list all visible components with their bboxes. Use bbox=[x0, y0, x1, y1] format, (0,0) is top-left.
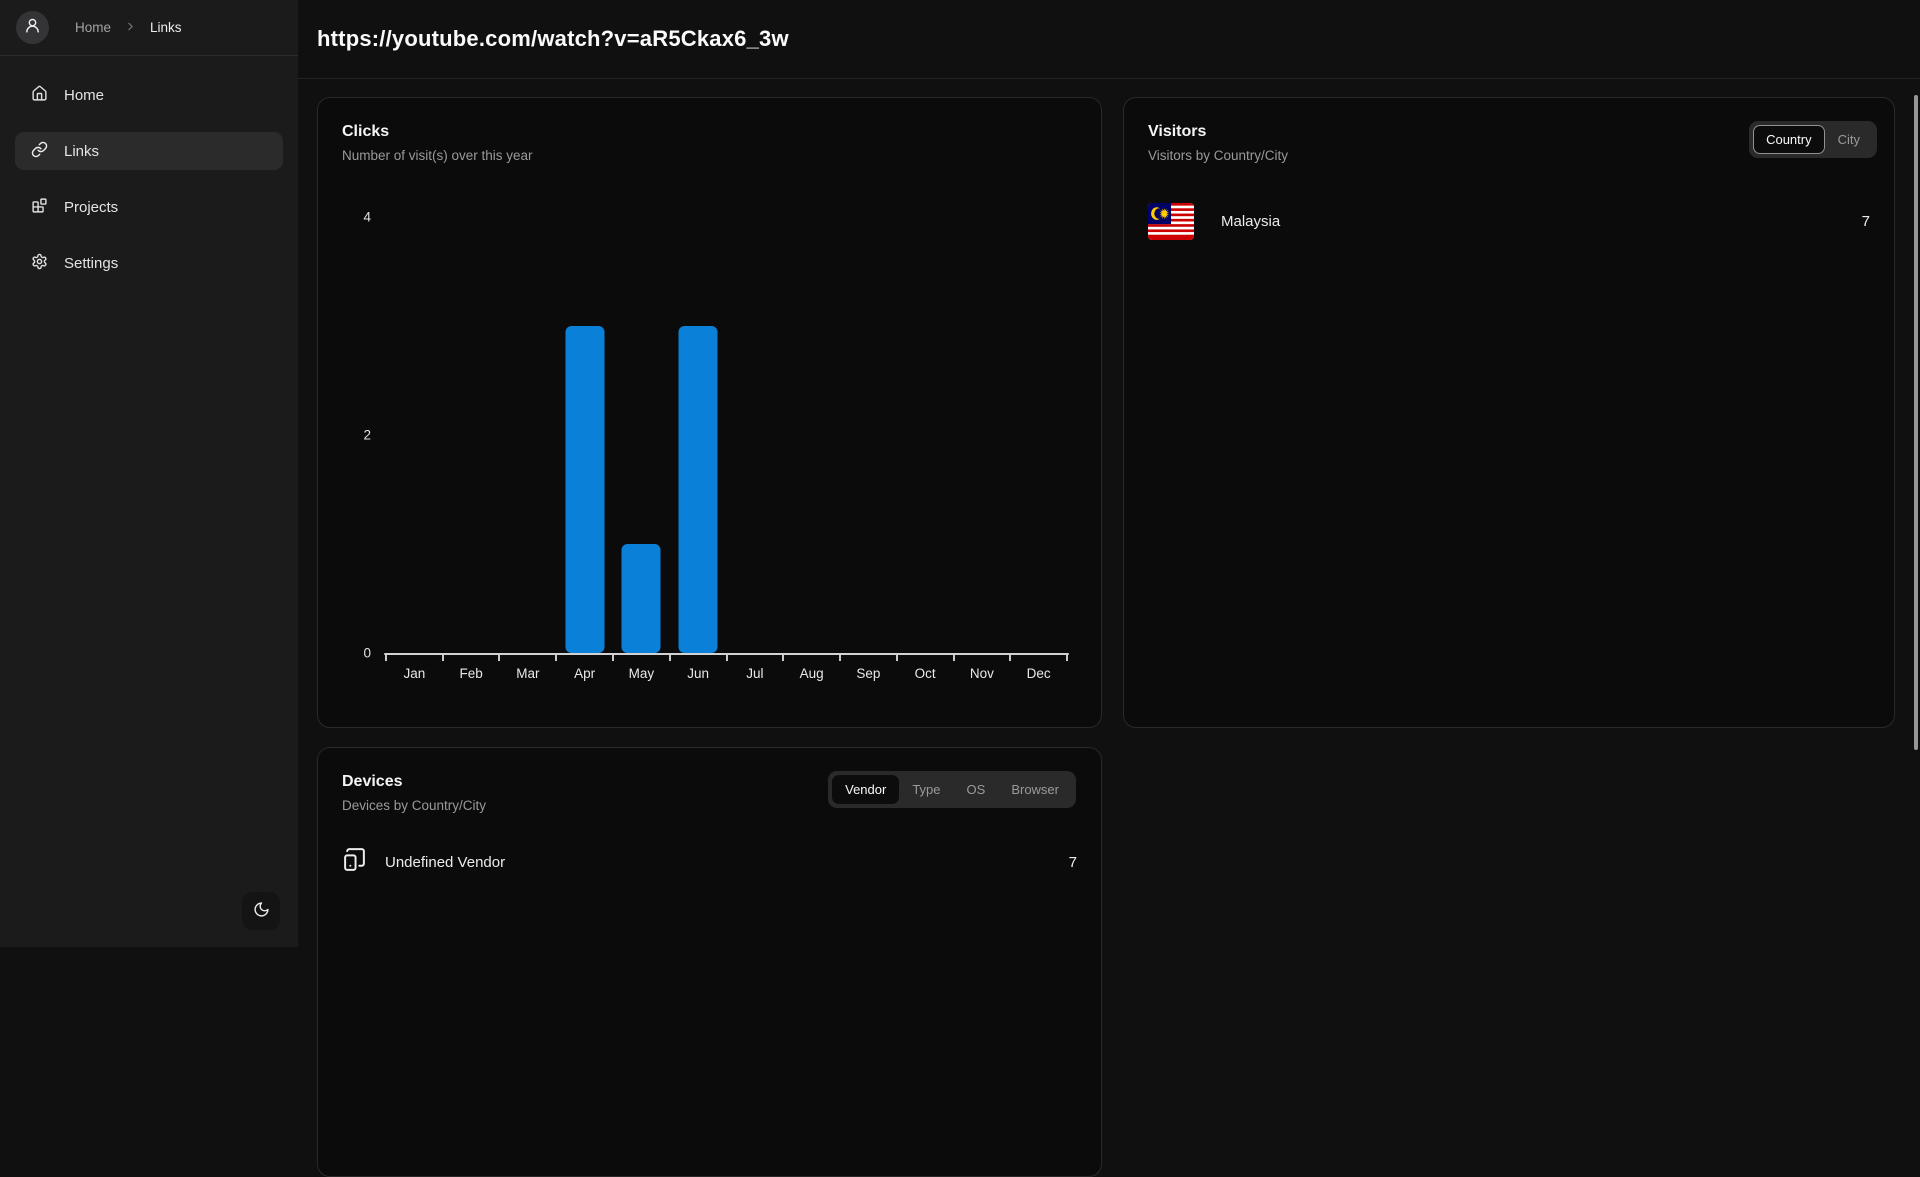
chart-slot-mar: Mar bbox=[500, 217, 557, 653]
projects-icon bbox=[31, 197, 48, 218]
x-axis-tick-label: May bbox=[613, 666, 670, 681]
x-axis-tick-mark bbox=[726, 655, 728, 661]
clicks-card-title: Clicks bbox=[342, 123, 1077, 141]
x-axis-tick-label: Sep bbox=[840, 666, 897, 681]
x-axis-tick-mark bbox=[896, 655, 898, 661]
y-axis-tick-label: 4 bbox=[363, 210, 371, 225]
x-axis-tick-mark bbox=[1066, 655, 1068, 661]
x-axis-tick-mark bbox=[385, 655, 387, 661]
clicks-card-header: Clicks Number of visit(s) over this year bbox=[318, 98, 1101, 163]
x-axis-tick-label: Jun bbox=[670, 666, 727, 681]
device-count: 7 bbox=[1069, 854, 1077, 871]
visitors-card: Visitors Visitors by Country/City Countr… bbox=[1123, 97, 1895, 728]
chart-bar-may bbox=[622, 544, 661, 653]
chart-slot-may: May bbox=[613, 217, 670, 653]
chart-bar-apr bbox=[565, 326, 604, 653]
x-axis-tick-mark bbox=[1009, 655, 1011, 661]
home-icon bbox=[31, 85, 48, 106]
chart-slot-jan: Jan bbox=[386, 217, 443, 653]
x-axis-tick-label: Nov bbox=[954, 666, 1011, 681]
x-axis-tick-label: Mar bbox=[500, 666, 557, 681]
moon-icon bbox=[253, 901, 270, 921]
device-vendor-label: Undefined Vendor bbox=[385, 854, 505, 871]
toggle-city-button[interactable]: City bbox=[1825, 125, 1873, 154]
sidebar-header: Home Links bbox=[0, 0, 298, 56]
content-grid: Clicks Number of visit(s) over this year… bbox=[298, 79, 1920, 1177]
sidebar-item-links[interactable]: Links bbox=[15, 132, 283, 170]
chart-slot-nov: Nov bbox=[954, 217, 1011, 653]
y-axis-tick-label: 2 bbox=[363, 428, 371, 443]
tab-browser[interactable]: Browser bbox=[998, 775, 1072, 804]
link-icon bbox=[31, 141, 48, 162]
visitor-count: 7 bbox=[1862, 213, 1870, 230]
page-title: https://youtube.com/watch?v=aR5Ckax6_3w bbox=[317, 26, 789, 52]
toggle-country-button[interactable]: Country bbox=[1753, 125, 1825, 154]
x-axis-tick-label: Apr bbox=[556, 666, 613, 681]
clicks-card-subtitle: Number of visit(s) over this year bbox=[342, 148, 1077, 163]
chart-slot-oct: Oct bbox=[897, 217, 954, 653]
sidebar: Home Links Home Links Projects bbox=[0, 0, 298, 947]
x-axis-tick-mark bbox=[839, 655, 841, 661]
devices-card: Devices Devices by Country/City Vendor T… bbox=[317, 747, 1102, 1177]
chevron-right-icon bbox=[124, 20, 137, 36]
x-axis-tick-label: Feb bbox=[443, 666, 500, 681]
x-axis-tick-mark bbox=[555, 655, 557, 661]
chart-bar-jun bbox=[679, 326, 718, 653]
settings-icon bbox=[31, 253, 48, 274]
malaysia-flag-icon bbox=[1148, 203, 1194, 240]
sidebar-item-label: Home bbox=[64, 87, 104, 104]
sidebar-item-label: Links bbox=[64, 143, 99, 160]
chart-slot-dec: Dec bbox=[1010, 217, 1067, 653]
devices-tabs-group: Vendor Type OS Browser bbox=[828, 771, 1076, 808]
sidebar-item-label: Projects bbox=[64, 199, 118, 216]
x-axis-tick-mark bbox=[498, 655, 500, 661]
x-axis-tick-mark bbox=[612, 655, 614, 661]
visitors-row-malaysia[interactable]: Malaysia 7 bbox=[1148, 203, 1870, 240]
visitors-toggle-group: Country City bbox=[1749, 121, 1877, 158]
breadcrumb-current[interactable]: Links bbox=[150, 20, 182, 35]
sidebar-item-projects[interactable]: Projects bbox=[15, 188, 283, 226]
breadcrumb: Home Links bbox=[75, 20, 182, 36]
x-axis-tick-label: Aug bbox=[783, 666, 840, 681]
x-axis-tick-label: Oct bbox=[897, 666, 954, 681]
chart-slot-feb: Feb bbox=[443, 217, 500, 653]
main-header: https://youtube.com/watch?v=aR5Ckax6_3w bbox=[298, 0, 1920, 79]
devices-row-undefined-vendor[interactable]: Undefined Vendor 7 bbox=[342, 847, 1077, 877]
avatar[interactable] bbox=[16, 11, 49, 44]
sidebar-item-home[interactable]: Home bbox=[15, 76, 283, 114]
clicks-chart-slots: JanFebMarAprMayJunJulAugSepOctNovDec bbox=[386, 217, 1067, 653]
tab-os[interactable]: OS bbox=[954, 775, 999, 804]
visitor-country-label: Malaysia bbox=[1221, 213, 1280, 230]
x-axis-tick-label: Jul bbox=[727, 666, 784, 681]
smartphone-icon bbox=[342, 847, 367, 877]
sidebar-item-settings[interactable]: Settings bbox=[15, 244, 283, 282]
tab-type[interactable]: Type bbox=[899, 775, 953, 804]
clicks-bar-chart: JanFebMarAprMayJunJulAugSepOctNovDec 024 bbox=[386, 217, 1067, 653]
y-axis-tick-label: 0 bbox=[363, 646, 371, 661]
main-area: https://youtube.com/watch?v=aR5Ckax6_3w … bbox=[298, 0, 1920, 947]
chart-slot-sep: Sep bbox=[840, 217, 897, 653]
sidebar-nav: Home Links Projects Settings bbox=[0, 56, 298, 282]
chart-slot-aug: Aug bbox=[783, 217, 840, 653]
x-axis-tick-mark bbox=[953, 655, 955, 661]
x-axis-tick-mark bbox=[782, 655, 784, 661]
x-axis-tick-mark bbox=[669, 655, 671, 661]
theme-toggle-button[interactable] bbox=[242, 892, 280, 930]
clicks-card: Clicks Number of visit(s) over this year… bbox=[317, 97, 1102, 728]
user-icon bbox=[24, 17, 41, 39]
x-axis-tick-mark bbox=[442, 655, 444, 661]
sidebar-item-label: Settings bbox=[64, 255, 118, 272]
chart-slot-jul: Jul bbox=[727, 217, 784, 653]
x-axis-tick-label: Dec bbox=[1010, 666, 1067, 681]
vertical-scrollbar-thumb[interactable] bbox=[1914, 95, 1918, 750]
x-axis-tick-label: Jan bbox=[386, 666, 443, 681]
chart-slot-apr: Apr bbox=[556, 217, 613, 653]
tab-vendor[interactable]: Vendor bbox=[832, 775, 899, 804]
breadcrumb-home-link[interactable]: Home bbox=[75, 20, 111, 35]
chart-slot-jun: Jun bbox=[670, 217, 727, 653]
